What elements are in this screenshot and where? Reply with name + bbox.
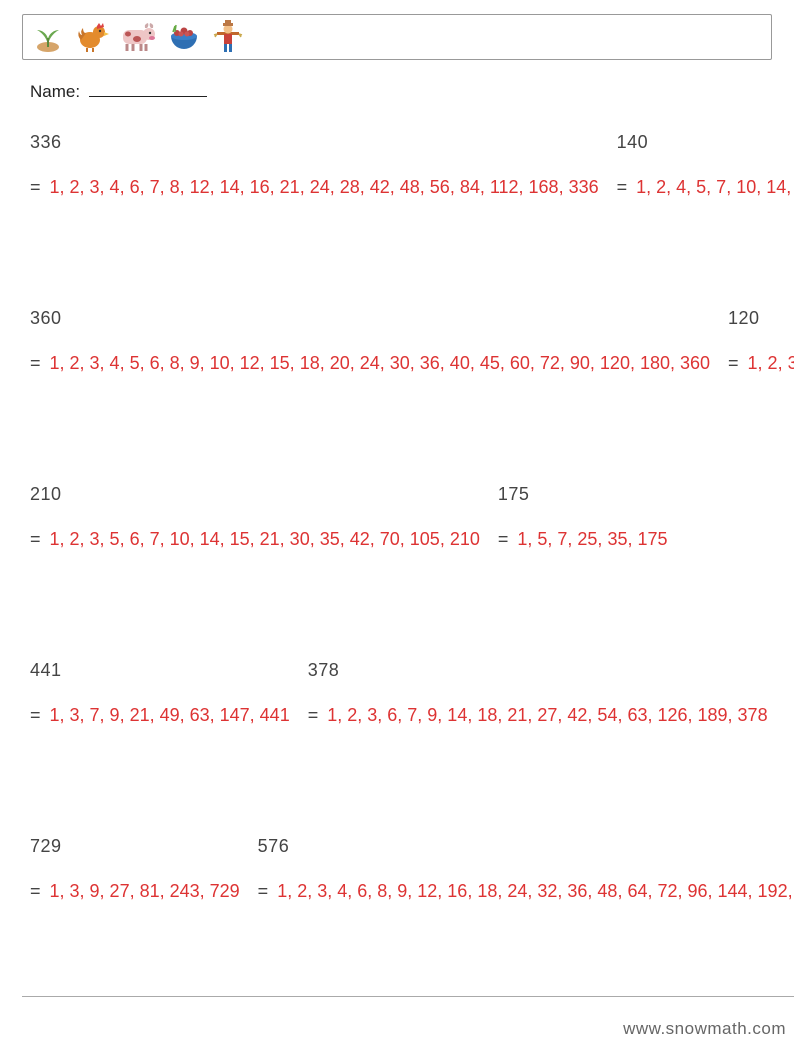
- problem-answer: = 1, 2, 3, 4, 6, 7, 8, 12, 14, 16, 21, 2…: [30, 177, 599, 198]
- problem-cell: 360 = 1, 2, 3, 4, 5, 6, 8, 9, 10, 12, 15,…: [30, 308, 710, 374]
- problem-answer: = 1, 2, 3, 4, 5, 6, 8, 10, 12, 15, 20, 2…: [728, 353, 794, 374]
- problem-number: 441: [30, 660, 290, 681]
- problem-number: 120: [728, 308, 794, 329]
- name-blank-line[interactable]: [89, 82, 207, 97]
- problem-answer: = 1, 5, 7, 25, 35, 175: [498, 529, 668, 550]
- factors-list: 1, 3, 7, 9, 21, 49, 63, 147, 441: [45, 705, 290, 725]
- name-label: Name:: [30, 82, 80, 101]
- equals-sign: =: [30, 881, 41, 901]
- worksheet-header: [22, 14, 772, 60]
- factors-list: 1, 2, 3, 4, 5, 6, 8, 10, 12, 15, 20, 24,…: [743, 353, 794, 373]
- factors-list: 1, 2, 3, 4, 6, 8, 9, 12, 16, 18, 24, 32,…: [272, 881, 794, 901]
- problem-answer: = 1, 3, 9, 27, 81, 243, 729: [30, 881, 240, 902]
- problem-cell: 175 = 1, 5, 7, 25, 35, 175: [498, 484, 668, 550]
- problem-answer: = 1, 3, 7, 9, 21, 49, 63, 147, 441: [30, 705, 290, 726]
- factors-list: 1, 3, 9, 27, 81, 243, 729: [45, 881, 240, 901]
- equals-sign: =: [30, 529, 41, 549]
- problem-answer: = 1, 2, 3, 4, 5, 6, 8, 9, 10, 12, 15, 18…: [30, 353, 710, 374]
- problem-answer: = 1, 2, 3, 6, 7, 9, 14, 18, 21, 27, 42, …: [308, 705, 768, 726]
- footer-divider: [22, 996, 794, 997]
- problem-number: 360: [30, 308, 710, 329]
- problem-answer: = 1, 2, 3, 4, 6, 8, 9, 12, 16, 18, 24, 3…: [258, 881, 794, 902]
- equals-sign: =: [30, 353, 41, 373]
- scarecrow-icon: [211, 20, 245, 54]
- problem-cell: 441 = 1, 3, 7, 9, 21, 49, 63, 147, 441: [30, 660, 290, 726]
- problem-number: 175: [498, 484, 668, 505]
- problem-answer: = 1, 2, 4, 5, 7, 10, 14, 20, 28, 35, 70,…: [617, 177, 794, 198]
- problem-cell: 336 = 1, 2, 3, 4, 6, 7, 8, 12, 14, 16, 21…: [30, 132, 599, 198]
- problem-row: 210 = 1, 2, 3, 5, 6, 7, 10, 14, 15, 21, 3…: [30, 484, 794, 550]
- problem-cell: 210 = 1, 2, 3, 5, 6, 7, 10, 14, 15, 21, 3…: [30, 484, 480, 550]
- factors-list: 1, 2, 3, 4, 6, 7, 8, 12, 14, 16, 21, 24,…: [45, 177, 599, 197]
- equals-sign: =: [30, 177, 41, 197]
- problem-number: 729: [30, 836, 240, 857]
- bowl-icon: [167, 20, 201, 54]
- equals-sign: =: [617, 177, 628, 197]
- problem-cell: 120 = 1, 2, 3, 4, 5, 6, 8, 10, 12, 15, 20…: [728, 308, 794, 374]
- problem-answer: = 1, 2, 3, 5, 6, 7, 10, 14, 15, 21, 30, …: [30, 529, 480, 550]
- equals-sign: =: [30, 705, 41, 725]
- factors-list: 1, 2, 3, 5, 6, 7, 10, 14, 15, 21, 30, 35…: [45, 529, 480, 549]
- problem-number: 378: [308, 660, 768, 681]
- problem-row: 729 = 1, 3, 9, 27, 81, 243, 729 576 = 1, 2,…: [30, 836, 794, 902]
- problem-cell: 729 = 1, 3, 9, 27, 81, 243, 729: [30, 836, 240, 902]
- factors-list: 1, 5, 7, 25, 35, 175: [512, 529, 667, 549]
- name-field: Name:: [30, 82, 794, 102]
- cow-icon: [119, 20, 157, 54]
- chicken-icon: [75, 20, 109, 54]
- problems-area: 336 = 1, 2, 3, 4, 6, 7, 8, 12, 14, 16, 21…: [30, 132, 794, 1012]
- problem-number: 210: [30, 484, 480, 505]
- equals-sign: =: [258, 881, 269, 901]
- problem-number: 576: [258, 836, 794, 857]
- footer-url: www.snowmath.com: [623, 1019, 786, 1039]
- factors-list: 1, 2, 3, 6, 7, 9, 14, 18, 21, 27, 42, 54…: [322, 705, 767, 725]
- sprout-icon: [31, 20, 65, 54]
- problem-row: 360 = 1, 2, 3, 4, 5, 6, 8, 9, 10, 12, 15,…: [30, 308, 794, 374]
- problem-number: 336: [30, 132, 599, 153]
- factors-list: 1, 2, 4, 5, 7, 10, 14, 20, 28, 35, 70, 1…: [631, 177, 794, 197]
- problem-cell: 576 = 1, 2, 3, 4, 6, 8, 9, 12, 16, 18, 24…: [258, 836, 794, 902]
- equals-sign: =: [498, 529, 509, 549]
- problem-row: 336 = 1, 2, 3, 4, 6, 7, 8, 12, 14, 16, 21…: [30, 132, 794, 198]
- equals-sign: =: [728, 353, 739, 373]
- problem-row: 441 = 1, 3, 7, 9, 21, 49, 63, 147, 441 378…: [30, 660, 794, 726]
- problem-cell: 378 = 1, 2, 3, 6, 7, 9, 14, 18, 21, 27, 4…: [308, 660, 768, 726]
- factors-list: 1, 2, 3, 4, 5, 6, 8, 9, 10, 12, 15, 18, …: [45, 353, 711, 373]
- problem-number: 140: [617, 132, 794, 153]
- problem-cell: 140 = 1, 2, 4, 5, 7, 10, 14, 20, 28, 35, …: [617, 132, 794, 198]
- equals-sign: =: [308, 705, 319, 725]
